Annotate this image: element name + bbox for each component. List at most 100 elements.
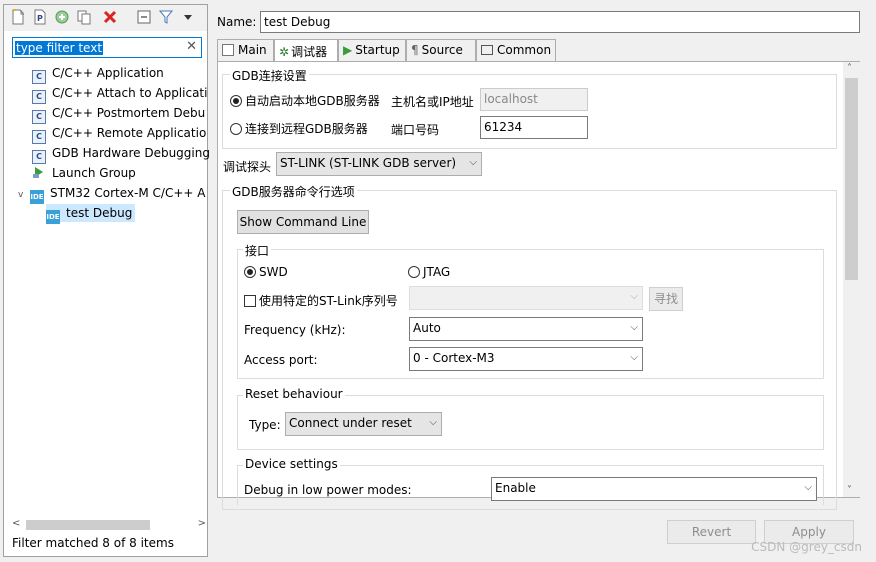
debugger-tab-icon: ✲ xyxy=(279,45,290,59)
tree-item-label: Launch Group xyxy=(52,166,136,180)
name-label: Name: xyxy=(217,15,257,29)
find-button[interactable]: 寻找 xyxy=(649,287,683,311)
frequency-label: Frequency (kHz): xyxy=(244,323,346,337)
device-settings-title: Device settings xyxy=(243,457,340,471)
tree-item-label: STM32 Cortex-M C/C++ A xyxy=(50,186,206,200)
filter-icon[interactable] xyxy=(158,9,174,25)
host-field[interactable]: localhost xyxy=(480,88,588,111)
probe-label: 调试探头 xyxy=(223,160,272,174)
access-port-select[interactable]: 0 - Cortex-M3 ⌵ xyxy=(409,347,643,371)
duplicate-icon[interactable] xyxy=(76,9,92,25)
port-label: 端口号码 xyxy=(391,123,440,137)
remote-gdb-radio[interactable]: 连接到远程GDB服务器 xyxy=(230,120,368,137)
chevron-down-icon: ⌵ xyxy=(429,417,437,428)
source-tab-icon: ¶ xyxy=(411,43,419,57)
tree-item-cpp-postmortem[interactable]: C C/C++ Postmortem Debu xyxy=(32,104,206,124)
delete-icon[interactable] xyxy=(102,9,118,25)
scroll-right-icon[interactable]: > xyxy=(198,518,206,529)
tree-item-gdb-hardware[interactable]: C GDB Hardware Debugging xyxy=(32,144,210,164)
reset-type-select-value: Connect under reset xyxy=(289,416,412,430)
c-icon: C xyxy=(32,90,46,104)
checkbox-icon xyxy=(244,295,256,307)
filter-status: Filter matched 8 of 8 items xyxy=(12,536,174,550)
radio-selected-icon xyxy=(230,95,242,107)
c-icon: C xyxy=(32,130,46,144)
filter-input[interactable]: type filter text ✕ xyxy=(12,37,202,58)
auto-local-gdb-label: 自动启动本地GDB服务器 xyxy=(245,94,380,108)
new-prototype-icon[interactable]: P xyxy=(32,9,48,25)
host-label: 主机名或IP地址 xyxy=(391,95,474,109)
export-icon[interactable] xyxy=(54,9,70,25)
launch-group-icon xyxy=(32,165,46,179)
tab-common[interactable]: Common xyxy=(476,39,556,61)
probe-select-value: ST-LINK (ST-LINK GDB server) xyxy=(280,156,457,170)
scroll-up-icon[interactable]: ˄ xyxy=(847,63,852,74)
tab-source[interactable]: ¶ Source xyxy=(406,39,476,61)
tab-startup[interactable]: ▶ Startup xyxy=(338,39,406,61)
tab-label: 调试器 xyxy=(291,45,328,59)
name-field[interactable]: test Debug xyxy=(260,11,860,33)
tree-item-cpp-application[interactable]: C C/C++ Application xyxy=(32,64,164,84)
scroll-thumb[interactable] xyxy=(845,78,858,280)
revert-button[interactable]: Revert xyxy=(667,520,756,544)
launch-config-tree-pane: P type filter text ✕ C C/C++ Application … xyxy=(3,4,210,557)
serial-number-select[interactable]: ⌵ xyxy=(409,286,643,310)
scroll-down-icon[interactable]: ˅ xyxy=(847,485,852,496)
reset-behaviour-title: Reset behaviour xyxy=(243,387,345,401)
tab-label: Main xyxy=(238,43,267,57)
radio-selected-icon xyxy=(244,266,256,278)
common-tab-icon xyxy=(481,45,493,55)
debugger-tab-content: GDB连接设置 自动启动本地GDB服务器 主机名或IP地址 localhost … xyxy=(217,61,860,510)
collapse-all-icon[interactable] xyxy=(136,9,152,25)
c-icon: C xyxy=(32,70,46,84)
reset-type-label: Type: xyxy=(249,418,281,432)
tab-main[interactable]: Main xyxy=(217,39,274,61)
port-field[interactable]: 61234 xyxy=(480,116,588,139)
scroll-thumb[interactable] xyxy=(26,520,150,530)
tree-item-label: C/C++ Application xyxy=(52,66,164,80)
tree-item-test-debug[interactable]: IDE test Debug xyxy=(46,204,136,224)
tree-item-stm32-cortex-m[interactable]: v IDE STM32 Cortex-M C/C++ A xyxy=(18,184,206,204)
show-command-line-button[interactable]: Show Command Line xyxy=(237,210,369,234)
tree-item-cpp-attach[interactable]: C C/C++ Attach to Applicati xyxy=(32,84,208,104)
tab-label: Common xyxy=(497,43,552,57)
radio-unselected-icon xyxy=(408,266,420,278)
gdb-server-options-title: GDB服务器命令行选项 xyxy=(230,183,357,200)
horizontal-scrollbar[interactable]: < > xyxy=(12,518,206,532)
low-power-select-value: Enable xyxy=(495,481,536,495)
filter-input-text: type filter text xyxy=(15,41,104,55)
main-tab-icon xyxy=(222,44,234,56)
reset-type-select[interactable]: Connect under reset ⌵ xyxy=(285,412,442,436)
tree-item-label: C/C++ Attach to Applicati xyxy=(52,86,208,100)
tree-item-label: C/C++ Postmortem Debu xyxy=(52,106,206,120)
chevron-down-icon[interactable]: v xyxy=(18,186,28,204)
probe-select[interactable]: ST-LINK (ST-LINK GDB server) ⌵ xyxy=(276,152,482,176)
tree-item-label: C/C++ Remote Applicatio xyxy=(52,126,207,140)
jtag-radio[interactable]: JTAG xyxy=(408,265,450,279)
tree-item-launch-group[interactable]: Launch Group xyxy=(32,164,136,182)
auto-local-gdb-radio[interactable]: 自动启动本地GDB服务器 xyxy=(230,92,380,109)
use-serial-label: 使用特定的ST-Link序列号 xyxy=(259,294,398,308)
watermark: CSDN @grey_csdn xyxy=(751,540,862,554)
new-config-icon[interactable] xyxy=(10,9,26,25)
ide-icon: IDE xyxy=(46,210,60,224)
scroll-left-icon[interactable]: < xyxy=(12,518,20,529)
c-icon: C xyxy=(32,110,46,124)
gdb-connection-title: GDB连接设置 xyxy=(230,67,309,84)
interface-title: 接口 xyxy=(243,242,272,259)
use-serial-checkbox[interactable]: 使用特定的ST-Link序列号 xyxy=(244,292,398,309)
frequency-select[interactable]: Auto ⌵ xyxy=(409,317,643,341)
chevron-down-icon: ⌵ xyxy=(630,322,638,333)
clear-filter-icon[interactable]: ✕ xyxy=(186,39,197,54)
remote-gdb-label: 连接到远程GDB服务器 xyxy=(245,122,368,136)
vertical-scrollbar[interactable]: ˄ ˅ xyxy=(843,62,860,497)
tree-item-cpp-remote[interactable]: C C/C++ Remote Applicatio xyxy=(32,124,207,144)
low-power-label: Debug in low power modes: xyxy=(244,483,412,497)
low-power-select[interactable]: Enable ⌵ xyxy=(491,477,817,501)
svg-text:P: P xyxy=(37,14,43,23)
swd-radio[interactable]: SWD xyxy=(244,265,288,279)
tree-item-label: test Debug xyxy=(66,206,133,220)
left-toolbar: P xyxy=(4,5,207,31)
tab-debugger[interactable]: ✲ 调试器 xyxy=(274,39,338,62)
view-menu-icon[interactable] xyxy=(180,9,196,25)
